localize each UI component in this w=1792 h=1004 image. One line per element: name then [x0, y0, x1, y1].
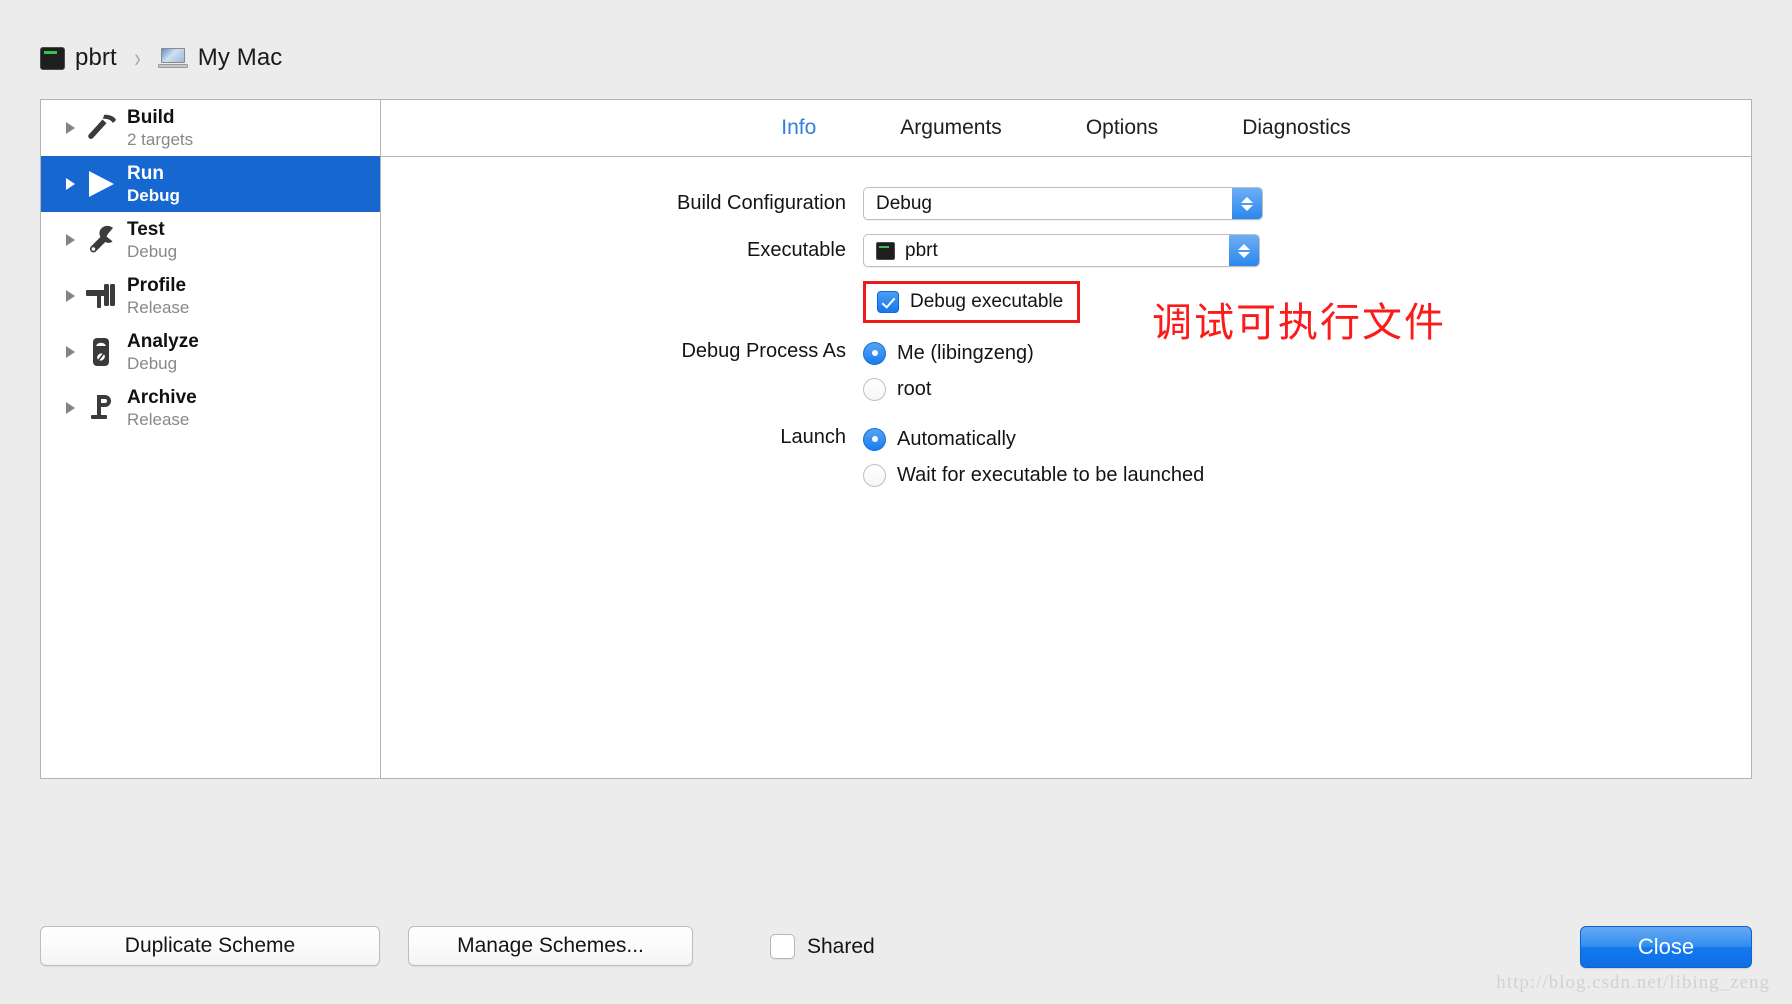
debug-executable-label: Debug executable	[910, 291, 1064, 312]
sidebar-item-title: Run	[127, 163, 164, 185]
manage-schemes-button[interactable]: Manage Schemes...	[408, 926, 693, 966]
radio-unselected-icon[interactable]	[863, 377, 886, 401]
info-form: Build Configuration Debug Executable pbr…	[381, 157, 1751, 493]
duplicate-scheme-button[interactable]: Duplicate Scheme	[40, 926, 380, 966]
disclosure-triangle-icon[interactable]	[59, 402, 81, 414]
microscope-icon	[81, 337, 121, 367]
form-row-launch: Launch Automatically Wait for executable…	[381, 421, 1751, 493]
sidebar-item-subtitle: 2 targets	[127, 129, 194, 149]
tab-bar: Info Arguments Options Diagnostics	[381, 100, 1751, 157]
breadcrumb-project-label: pbrt	[75, 44, 117, 71]
watermark-text: http://blog.csdn.net/libing_zeng	[1496, 972, 1770, 993]
close-button[interactable]: Close	[1580, 926, 1752, 968]
sidebar-item-title: Profile	[127, 275, 187, 297]
build-configuration-value: Debug	[876, 192, 932, 214]
radio-label: Wait for executable to be launched	[897, 463, 1205, 486]
build-configuration-label: Build Configuration	[677, 192, 846, 214]
checkbox-checked-icon[interactable]	[877, 291, 899, 313]
play-icon	[81, 169, 121, 199]
build-configuration-popup[interactable]: Debug	[863, 187, 1263, 220]
checkbox-unchecked-icon[interactable]	[770, 934, 795, 959]
breadcrumb: pbrt › My Mac	[40, 40, 282, 76]
sidebar-item-test[interactable]: Test Debug	[41, 212, 380, 268]
sidebar-item-subtitle: Debug	[127, 353, 178, 373]
tab-info[interactable]: Info	[739, 116, 858, 140]
terminal-icon	[876, 241, 895, 260]
scheme-detail-pane: Info Arguments Options Diagnostics Build…	[381, 100, 1751, 778]
sidebar-item-title: Archive	[127, 387, 197, 409]
terminal-icon	[40, 46, 65, 70]
annotation-highlight-box: Debug executable	[863, 281, 1081, 323]
disclosure-triangle-icon[interactable]	[59, 122, 81, 134]
radio-debug-process-as-root[interactable]: root	[863, 371, 1751, 407]
stepper-updown-icon[interactable]	[1229, 235, 1259, 266]
hammer-icon	[81, 114, 121, 142]
annotation-text: 调试可执行文件	[1152, 300, 1446, 346]
sidebar-item-subtitle: Release	[127, 297, 190, 317]
scheme-editor-panel: Build 2 targets Run Debug Test Debug Pro…	[40, 99, 1752, 779]
sidebar-item-subtitle: Debug	[127, 241, 178, 261]
sidebar-item-profile[interactable]: Profile Release	[41, 268, 380, 324]
sidebar-item-archive[interactable]: Archive Release	[41, 380, 380, 436]
breadcrumb-item-project[interactable]: pbrt	[40, 44, 117, 72]
executable-label: Executable	[747, 239, 846, 261]
sidebar-item-title: Analyze	[127, 331, 199, 353]
form-row-debug-executable: Debug executable	[381, 281, 1751, 323]
executable-value: pbrt	[905, 239, 938, 261]
form-row-build-configuration: Build Configuration Debug	[381, 187, 1751, 220]
disclosure-triangle-icon[interactable]	[59, 178, 81, 190]
shared-checkbox[interactable]: Shared	[770, 934, 875, 959]
chevron-right-icon: ›	[134, 42, 141, 73]
radio-launch-wait[interactable]: Wait for executable to be launched	[863, 457, 1751, 493]
launch-label: Launch	[780, 426, 846, 448]
radio-label: root	[897, 377, 932, 400]
disclosure-triangle-icon[interactable]	[59, 346, 81, 358]
sidebar-item-title: Build	[127, 107, 175, 129]
debug-process-as-label: Debug Process As	[681, 340, 846, 362]
disclosure-triangle-icon[interactable]	[59, 234, 81, 246]
breadcrumb-item-destination[interactable]: My Mac	[157, 44, 283, 72]
wrench-icon	[81, 225, 121, 255]
radio-selected-icon[interactable]	[863, 427, 886, 451]
sidebar-item-run[interactable]: Run Debug	[41, 156, 380, 212]
shared-label: Shared	[807, 934, 875, 958]
form-row-debug-process-as: Debug Process As Me (libingzeng) root	[381, 335, 1751, 407]
radio-unselected-icon[interactable]	[863, 463, 886, 487]
sidebar-item-title: Test	[127, 219, 165, 241]
tab-diagnostics[interactable]: Diagnostics	[1200, 116, 1393, 140]
debug-executable-checkbox[interactable]: Debug executable	[877, 291, 1063, 313]
stepper-updown-icon[interactable]	[1232, 188, 1262, 219]
radio-launch-automatically[interactable]: Automatically	[863, 421, 1751, 457]
sidebar-item-build[interactable]: Build 2 targets	[41, 100, 380, 156]
form-row-executable: Executable pbrt	[381, 234, 1751, 267]
tab-options[interactable]: Options	[1044, 116, 1200, 140]
mac-laptop-icon	[157, 47, 188, 70]
executable-popup[interactable]: pbrt	[863, 234, 1260, 267]
scheme-actions-sidebar: Build 2 targets Run Debug Test Debug Pro…	[41, 100, 381, 778]
tab-arguments[interactable]: Arguments	[858, 116, 1044, 140]
radio-label: Automatically	[897, 427, 1016, 450]
radio-label: Me (libingzeng)	[897, 341, 1034, 364]
disclosure-triangle-icon[interactable]	[59, 290, 81, 302]
clamp-icon	[81, 393, 121, 423]
sidebar-item-subtitle: Release	[127, 409, 190, 429]
breadcrumb-destination-label: My Mac	[197, 44, 283, 71]
caliper-icon	[81, 282, 121, 310]
radio-selected-icon[interactable]	[863, 341, 886, 365]
sidebar-item-analyze[interactable]: Analyze Debug	[41, 324, 380, 380]
sidebar-item-subtitle: Debug	[127, 185, 180, 205]
